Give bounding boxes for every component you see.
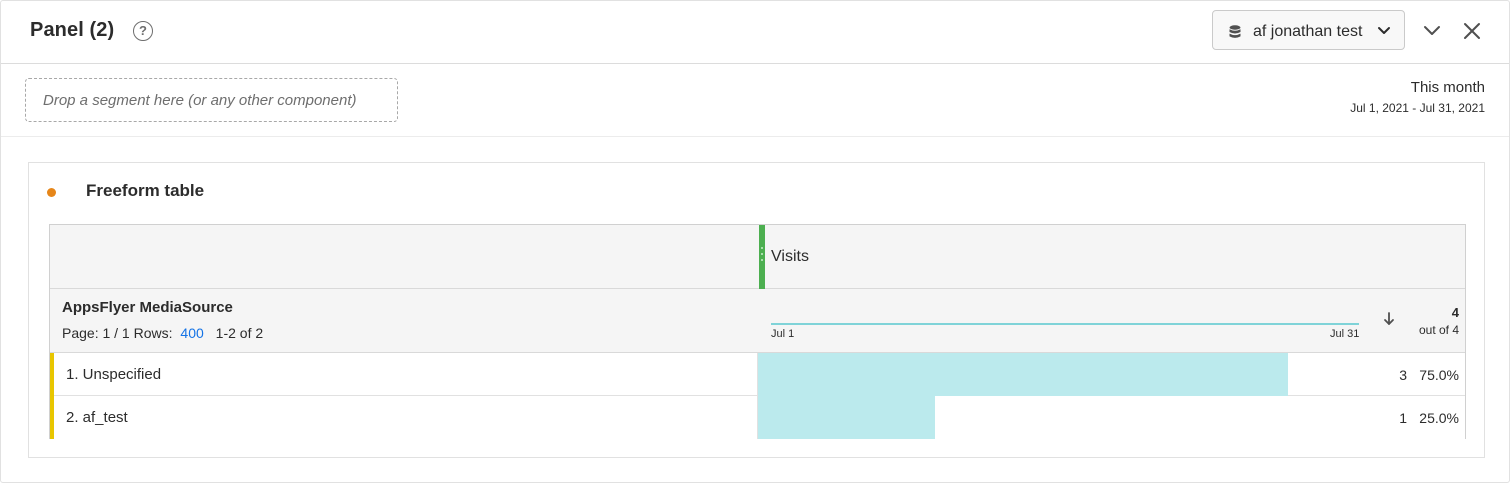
collapse-panel-button[interactable] (1421, 20, 1443, 42)
rows-range: 1-2 of 2 (215, 325, 264, 341)
row-label[interactable]: 1. Unspecified (66, 366, 161, 383)
close-panel-button[interactable] (1461, 20, 1483, 42)
sort-descending-icon[interactable] (1383, 311, 1395, 332)
row-accent (50, 353, 54, 396)
row-percent: 25.0% (1419, 410, 1459, 426)
segment-drop-placeholder: Drop a segment here (or any other compon… (43, 92, 357, 109)
metric-column-header[interactable]: Visits (771, 248, 809, 266)
report-suite-label: af jonathan test (1253, 23, 1363, 40)
sparkline-start-label: Jul 1 (771, 328, 795, 340)
row-value: 1 (1399, 410, 1407, 426)
rows-per-page-selector[interactable]: 400 (180, 325, 203, 341)
report-suite-selector[interactable]: af jonathan test (1212, 10, 1405, 50)
panel-header: Panel (2) ? af jonathan test (1, 1, 1509, 64)
panel-title[interactable]: Panel (2) (30, 19, 114, 42)
row-value-bar (758, 396, 935, 439)
freeform-table: Visits AppsFlyer MediaSource Page: 1 / 1… (49, 224, 1466, 439)
date-range-title[interactable]: This month (1411, 79, 1485, 96)
close-icon (1464, 23, 1480, 39)
sparkline (771, 323, 1359, 325)
dimension-column-header[interactable]: AppsFlyer MediaSource (62, 299, 233, 316)
rows-label: Rows: (133, 325, 173, 341)
date-range-value[interactable]: Jul 1, 2021 - Jul 31, 2021 (1350, 101, 1485, 115)
segment-drop-zone[interactable]: Drop a segment here (or any other compon… (25, 78, 398, 122)
visualization-title[interactable]: Freeform table (86, 181, 204, 201)
row-percent: 75.0% (1419, 367, 1459, 383)
help-icon[interactable]: ? (133, 21, 153, 41)
dimension-header-row: AppsFlyer MediaSource Page: 1 / 1 Rows: … (50, 289, 1465, 353)
metric-total: 4 (1451, 305, 1459, 320)
chevron-down-icon (1377, 24, 1391, 42)
section-divider (1, 136, 1509, 137)
metric-drag-handle[interactable] (759, 225, 765, 289)
row-label[interactable]: 2. af_test (66, 409, 128, 426)
row-value-bar (758, 353, 1288, 396)
metric-total-of: out of 4 (1418, 323, 1459, 337)
sparkline-end-label: Jul 31 (1330, 328, 1360, 340)
row-accent (50, 396, 54, 439)
row-value: 3 (1399, 367, 1407, 383)
visualization-status-dot (47, 188, 56, 197)
table-row[interactable]: 2. af_test 1 25.0% (50, 396, 1465, 439)
collapse-icon (1424, 26, 1440, 35)
metric-header-row: Visits (50, 225, 1465, 289)
table-row[interactable]: 1. Unspecified 3 75.0% (50, 353, 1465, 396)
page-label: Page: 1 / 1 (62, 325, 130, 341)
analysis-panel: Panel (2) ? af jonathan test Drop a segm… (0, 0, 1510, 483)
freeform-table-card: Freeform table Visits AppsFlyer MediaSou… (28, 162, 1485, 458)
table-paging: Page: 1 / 1 Rows: 400 1-2 of 2 (62, 325, 263, 341)
database-icon (1229, 25, 1241, 44)
